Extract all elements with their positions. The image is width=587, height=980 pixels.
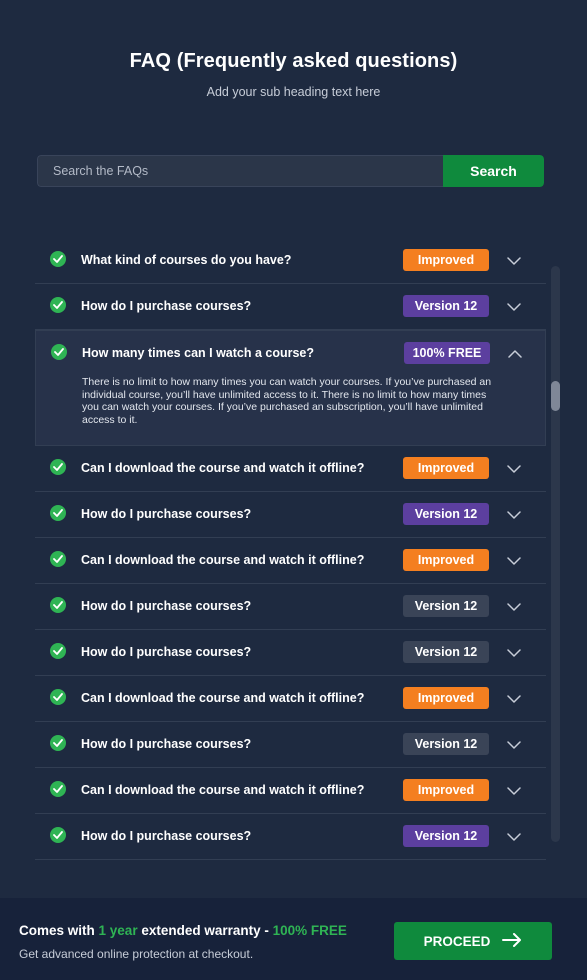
faq-question-row[interactable]: Can I download the course and watch it o… xyxy=(35,768,546,813)
warranty-free-label: 100% FREE xyxy=(272,923,347,938)
faq-item: How do I purchase courses? Version 12 xyxy=(35,492,546,539)
faq-question-row[interactable]: How many times can I watch a course? 100%… xyxy=(36,331,545,376)
faq-question-row[interactable]: What kind of courses do you have? Improve… xyxy=(35,238,546,283)
chevron-down-icon[interactable] xyxy=(507,462,521,476)
faq-question-row[interactable]: How do I purchase courses? Version 12 xyxy=(35,284,546,329)
faq-item: What kind of courses do you have? Improve… xyxy=(35,238,546,284)
faq-item: Can I download the course and watch it o… xyxy=(35,676,546,723)
status-badge: Version 12 xyxy=(403,503,489,526)
check-circle-icon xyxy=(50,505,66,522)
status-badge: Version 12 xyxy=(403,295,489,317)
status-badge: Version 12 xyxy=(403,641,489,664)
search-input[interactable] xyxy=(37,155,443,187)
faq-item: Can I download the course and watch it o… xyxy=(35,768,546,815)
status-badge: Version 12 xyxy=(403,595,489,618)
faq-question-row[interactable]: How do I purchase courses? Version 12 xyxy=(35,722,546,767)
status-badge: 100% FREE xyxy=(404,342,490,364)
warranty-duration: 1 year xyxy=(98,923,138,938)
warranty-title: Comes with 1 year extended warranty - 10… xyxy=(19,923,347,938)
check-circle-icon xyxy=(50,643,66,660)
footer-banner: Comes with 1 year extended warranty - 10… xyxy=(0,898,587,980)
faq-question: How do I purchase courses? xyxy=(81,299,252,313)
status-badge: Version 12 xyxy=(403,733,489,756)
faq-question: Can I download the course and watch it o… xyxy=(81,461,365,476)
page-title: FAQ (Frequently asked questions) xyxy=(129,50,458,72)
faq-question-row[interactable]: How do I purchase courses? Version 12 xyxy=(35,814,546,859)
faq-item: Can I download the course and watch it o… xyxy=(35,538,546,585)
chevron-down-icon[interactable] xyxy=(507,508,521,522)
faq-question: How many times can I watch a course? xyxy=(82,346,315,360)
check-circle-icon xyxy=(50,781,66,798)
faq-question: How do I purchase courses? xyxy=(81,829,252,844)
faq-item: Can I download the course and watch it o… xyxy=(35,446,546,493)
chevron-down-icon[interactable] xyxy=(507,600,521,614)
status-badge: Improved xyxy=(403,549,489,572)
faq-question-row[interactable]: Can I download the course and watch it o… xyxy=(35,676,546,721)
faq-question-row[interactable]: How do I purchase courses? Version 12 xyxy=(35,584,546,629)
proceed-button[interactable]: PROCEED xyxy=(394,922,552,960)
check-circle-icon xyxy=(50,689,66,706)
check-circle-icon xyxy=(50,735,66,752)
warranty-title-middle: extended warranty - xyxy=(141,923,269,938)
warranty-title-prefix: Comes with xyxy=(19,923,95,938)
status-badge: Improved xyxy=(403,687,489,710)
status-badge: Improved xyxy=(403,249,489,271)
check-circle-icon xyxy=(50,459,66,476)
check-circle-icon xyxy=(50,597,66,614)
faq-question: What kind of courses do you have? xyxy=(81,253,292,267)
faq-item: How do I purchase courses? Version 12 xyxy=(35,584,546,631)
chevron-down-icon[interactable] xyxy=(507,738,521,752)
chevron-up-icon[interactable] xyxy=(508,347,522,361)
scrollbar-track[interactable] xyxy=(551,266,560,842)
faq-question: Can I download the course and watch it o… xyxy=(81,691,365,706)
warranty-subtitle: Get advanced online protection at checko… xyxy=(19,947,254,961)
faq-question: Can I download the course and watch it o… xyxy=(81,783,365,798)
search-bar: Search xyxy=(37,155,544,187)
status-badge: Improved xyxy=(403,457,489,480)
faq-question: How do I purchase courses? xyxy=(81,645,252,660)
faq-question: How do I purchase courses? xyxy=(81,507,252,522)
faq-item: How do I purchase courses? Version 12 xyxy=(35,722,546,769)
status-badge: Version 12 xyxy=(403,825,489,848)
check-circle-icon xyxy=(50,827,66,844)
chevron-down-icon[interactable] xyxy=(507,254,521,268)
proceed-label: PROCEED xyxy=(423,933,491,949)
check-circle-icon xyxy=(51,344,67,360)
check-circle-icon xyxy=(50,251,66,267)
faq-question: How do I purchase courses? xyxy=(81,737,252,752)
faq-question: Can I download the course and watch it o… xyxy=(81,553,365,568)
chevron-down-icon[interactable] xyxy=(507,692,521,706)
chevron-down-icon[interactable] xyxy=(507,646,521,660)
status-badge: Improved xyxy=(403,779,489,802)
search-button[interactable]: Search xyxy=(443,155,544,187)
faq-answer: There is no limit to how many times you … xyxy=(82,376,492,426)
chevron-down-icon[interactable] xyxy=(507,830,521,844)
faq-question-row[interactable]: Can I download the course and watch it o… xyxy=(35,538,546,583)
page-header: FAQ (Frequently asked questions) Add you… xyxy=(0,50,587,99)
faq-question: How do I purchase courses? xyxy=(81,599,252,614)
faq-item: How do I purchase courses? Version 12 xyxy=(35,814,546,861)
check-circle-icon xyxy=(50,551,66,568)
faq-list: What kind of courses do you have? Improve… xyxy=(35,238,546,861)
faq-item: How many times can I watch a course? 100%… xyxy=(35,330,546,447)
faq-item: How do I purchase courses? Version 12 xyxy=(35,630,546,677)
scrollbar-thumb[interactable] xyxy=(551,381,560,411)
faq-question-row[interactable]: Can I download the course and watch it o… xyxy=(35,446,546,491)
faq-question-row[interactable]: How do I purchase courses? Version 12 xyxy=(35,492,546,537)
chevron-down-icon[interactable] xyxy=(507,554,521,568)
page-subtitle: Add your sub heading text here xyxy=(206,85,381,99)
arrow-right-icon xyxy=(502,932,522,950)
faq-question-row[interactable]: How do I purchase courses? Version 12 xyxy=(35,630,546,675)
chevron-down-icon[interactable] xyxy=(507,784,521,798)
faq-item: How do I purchase courses? Version 12 xyxy=(35,284,546,330)
chevron-down-icon[interactable] xyxy=(507,300,521,314)
check-circle-icon xyxy=(50,297,66,313)
